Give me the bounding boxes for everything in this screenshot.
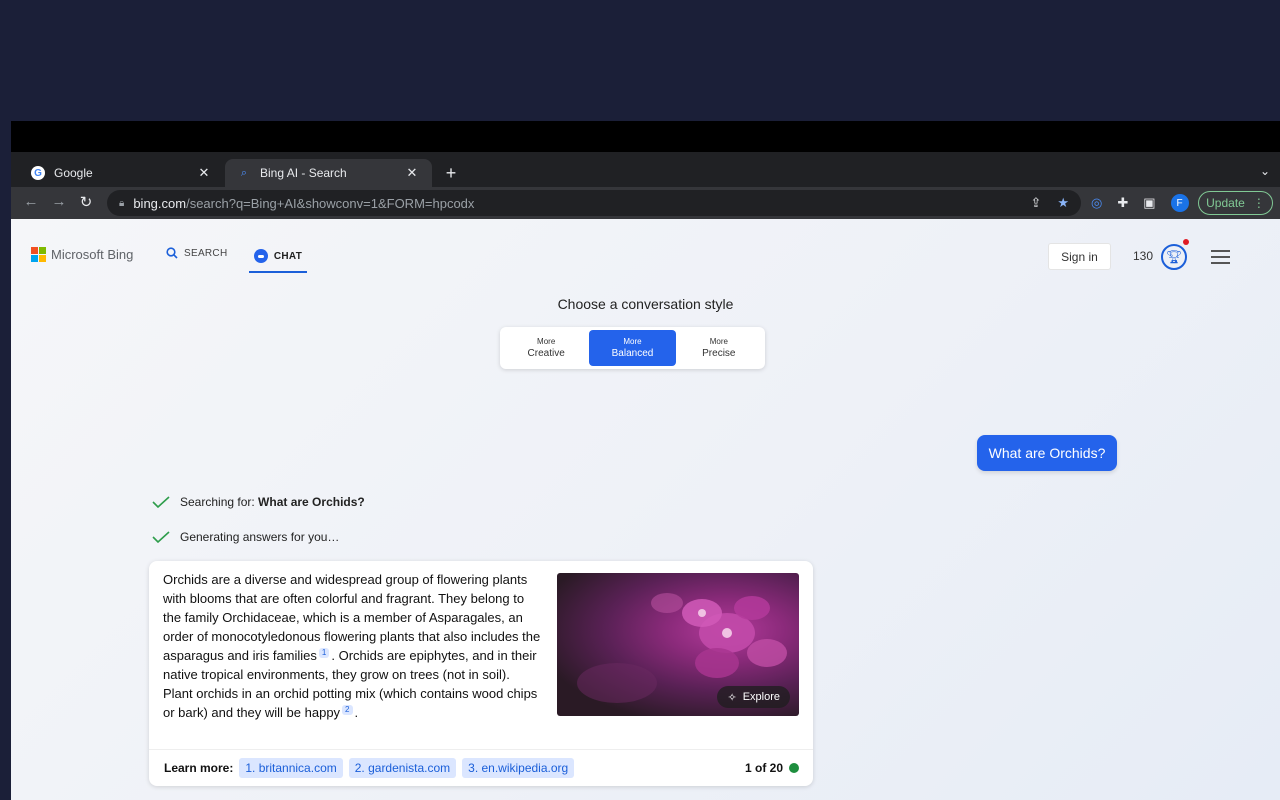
nav-chat-label: CHAT [273,250,303,262]
status-searching: Searching for: What are Orchids? [152,495,365,509]
style-option-prefix: More [623,336,642,346]
learn-more-bar: Learn more: 1. britannica.com 2. gardeni… [149,749,813,786]
style-option-prefix: More [537,336,556,346]
source-link-wikipedia[interactable]: 3. en.wikipedia.org [462,758,575,778]
top-black-bar [11,121,1280,152]
bing-chat-page: Microsoft Bing SEARCH CHAT Sign in 130 🏆… [11,219,1280,800]
hamburger-menu-icon[interactable] [1211,250,1230,264]
puzzle-extensions-icon[interactable]: ✚ [1117,195,1128,211]
search-icon [166,247,178,259]
answer-text: Orchids are a diverse and widespread gro… [163,570,543,722]
conversation-style-picker: More Creative More Balanced More Precise [500,327,765,369]
learn-more-label: Learn more: [164,761,234,775]
status-query: What are Orchids? [258,495,365,509]
new-tab-plus-icon[interactable]: + [441,162,461,184]
forward-arrow-icon[interactable]: → [49,193,69,210]
explore-button[interactable]: ✧ Explore [717,686,790,708]
citation-2[interactable]: 2 [342,704,353,715]
close-icon[interactable]: ✕ [404,165,420,181]
explore-label: Explore [742,691,780,703]
status-generating-text: Generating answers for you… [180,530,340,544]
sign-in-button[interactable]: Sign in [1048,243,1111,270]
tab-google[interactable]: G Google ✕ [19,159,224,187]
update-button[interactable]: Update ⋮ [1198,191,1273,215]
style-option-label: Precise [702,347,736,359]
profile-avatar[interactable]: F [1170,194,1189,212]
brand-name: Microsoft Bing [51,247,134,262]
checkmark-icon [152,531,170,543]
orchid-image[interactable]: ✧ Explore [557,573,799,716]
url-path: /search?q=Bing+AI&showconv=1&FORM=hpcodx [186,195,475,211]
chevron-down-icon[interactable]: ⌄ [1260,164,1270,178]
status-prefix: Searching for: [180,495,259,509]
update-label: Update [1206,196,1245,210]
magic-wand-icon: ✧ [727,691,737,704]
status-generating: Generating answers for you… [152,530,339,544]
tab-title: Google [54,166,93,180]
chat-icon [253,249,268,263]
bookmark-star-icon[interactable]: ★ [1057,195,1069,211]
url-host: bing.com [133,195,187,211]
tab-title: Bing AI - Search [260,166,347,180]
rewards-trophy-icon[interactable]: 🏆︎ [1161,244,1187,270]
kebab-menu-icon: ⋮ [1252,196,1265,210]
checkmark-icon [152,496,170,508]
page-header: Microsoft Bing SEARCH CHAT Sign in 130 🏆… [11,219,1280,279]
nav-search-label: SEARCH [184,247,228,259]
close-icon[interactable]: ✕ [196,165,212,181]
tab-strip: G Google ✕ ⌕ Bing AI - Search ✕ + ⌄ [11,152,1280,187]
conversation-style-title: Choose a conversation style [557,296,734,312]
browser-toolbar: ← → ↻ 🔒︎ bing.com/search?q=Bing+AI&showc… [11,187,1280,219]
nav-chat-tab[interactable]: CHAT [249,241,307,273]
source-link-gardenista[interactable]: 2. gardenista.com [348,758,457,778]
style-creative-button[interactable]: More Creative [503,330,589,366]
reload-icon[interactable]: ↻ [76,193,96,211]
status-searching-text: Searching for: What are Orchids? [180,495,365,509]
response-count-text: 1 of 20 [744,761,783,775]
bing-search-icon: ⌕ [240,166,248,179]
tab-bing-ai-search[interactable]: ⌕ Bing AI - Search ✕ [225,159,432,187]
user-message-bubble: What are Orchids? [977,435,1117,471]
answer-card: Orchids are a diverse and widespread gro… [149,561,813,786]
browser-window: G Google ✕ ⌕ Bing AI - Search ✕ + ⌄ ← → … [11,152,1280,800]
back-arrow-icon[interactable]: ← [21,193,41,210]
side-panel-icon[interactable]: ▣ [1143,195,1155,211]
style-balanced-button[interactable]: More Balanced [589,330,676,366]
source-link-britannica[interactable]: 1. britannica.com [239,758,343,778]
style-option-label: Balanced [611,347,654,359]
extension-copilot-icon[interactable]: ◎ [1091,195,1102,211]
style-precise-button[interactable]: More Precise [676,330,762,366]
lock-icon: 🔒︎ [119,197,125,209]
microsoft-logo-icon [31,247,46,262]
response-count: 1 of 20 [745,761,799,775]
share-icon[interactable]: ⇪ [1030,195,1041,211]
citation-1[interactable]: 1 [318,647,330,658]
bing-logo[interactable]: Microsoft Bing [31,247,133,262]
rewards-points: 130 [1133,249,1154,263]
notification-dot [1183,239,1189,245]
answer-part: . [354,705,359,720]
status-dot-icon [789,763,799,773]
style-option-label: Creative [527,347,565,359]
style-option-prefix: More [709,336,728,346]
google-icon: G [31,166,45,180]
address-bar[interactable]: 🔒︎ bing.com/search?q=Bing+AI&showconv=1&… [107,190,1081,216]
nav-search-tab[interactable]: SEARCH [166,247,227,259]
